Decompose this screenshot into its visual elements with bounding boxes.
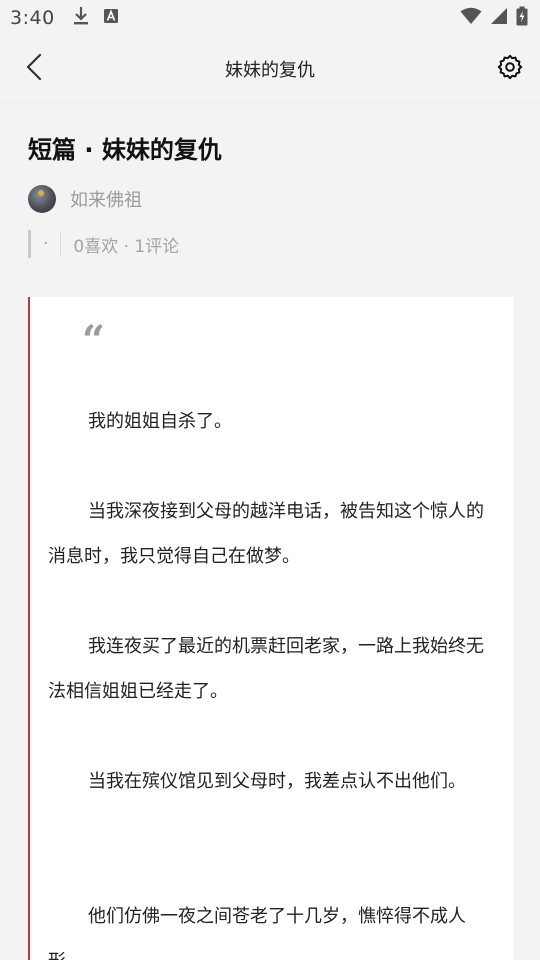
paragraph: 当我在殡仪馆见到父母时，我差点认不出他们。 [88, 771, 466, 792]
chevron-left-icon [25, 53, 43, 85]
author-row[interactable]: 如来佛祖 [28, 184, 512, 214]
gear-icon [497, 54, 523, 84]
stats-row: · 0喜欢 · 1评论 [28, 230, 512, 258]
battery-icon [516, 6, 528, 30]
author-name[interactable]: 如来佛祖 [70, 186, 142, 212]
article-title: 短篇 · 妹妹的复仇 [28, 136, 222, 164]
stats-divider [60, 233, 62, 255]
avatar[interactable] [28, 185, 56, 213]
status-system-icons [460, 6, 528, 30]
page-title: 妹妹的复仇 [225, 60, 315, 81]
paragraph: 当我深夜接到父母的越洋电话，被告知这个惊人的消息时，我只觉得自己在做梦。 [48, 501, 484, 567]
status-notification-icons [73, 6, 119, 30]
wifi-icon [460, 7, 482, 29]
back-button[interactable] [18, 53, 50, 85]
status-bar: 3:40 [0, 0, 540, 36]
paragraph: 他们仿佛一夜之间苍老了十几岁，憔悴得不成人形。 [48, 906, 466, 960]
signal-icon [490, 7, 508, 29]
a-icon [103, 8, 119, 28]
paragraph: 我的姐姐自杀了。 [88, 411, 232, 432]
quote-mark-icon: “ [82, 317, 106, 364]
article-header: 短篇 · 妹妹的复仇 如来佛祖 · 0喜欢 · 1评论 [28, 128, 512, 258]
article-content-card: “ 我的姐姐自杀了。 当我深夜接到父母的越洋电话，被告知这个惊人的消息时，我只觉… [28, 297, 514, 960]
settings-button[interactable] [494, 53, 526, 85]
app-bar: 妹妹的复仇 [0, 36, 540, 103]
download-icon [73, 6, 89, 30]
stats-dot: · [43, 234, 49, 254]
status-time: 3:40 [10, 7, 55, 29]
stats-accent-bar [28, 230, 31, 258]
stats-text: 0喜欢 · 1评论 [73, 236, 180, 257]
paragraph: 我连夜买了最近的机票赶回老家，一路上我始终无法相信姐姐已经走了。 [48, 636, 484, 702]
